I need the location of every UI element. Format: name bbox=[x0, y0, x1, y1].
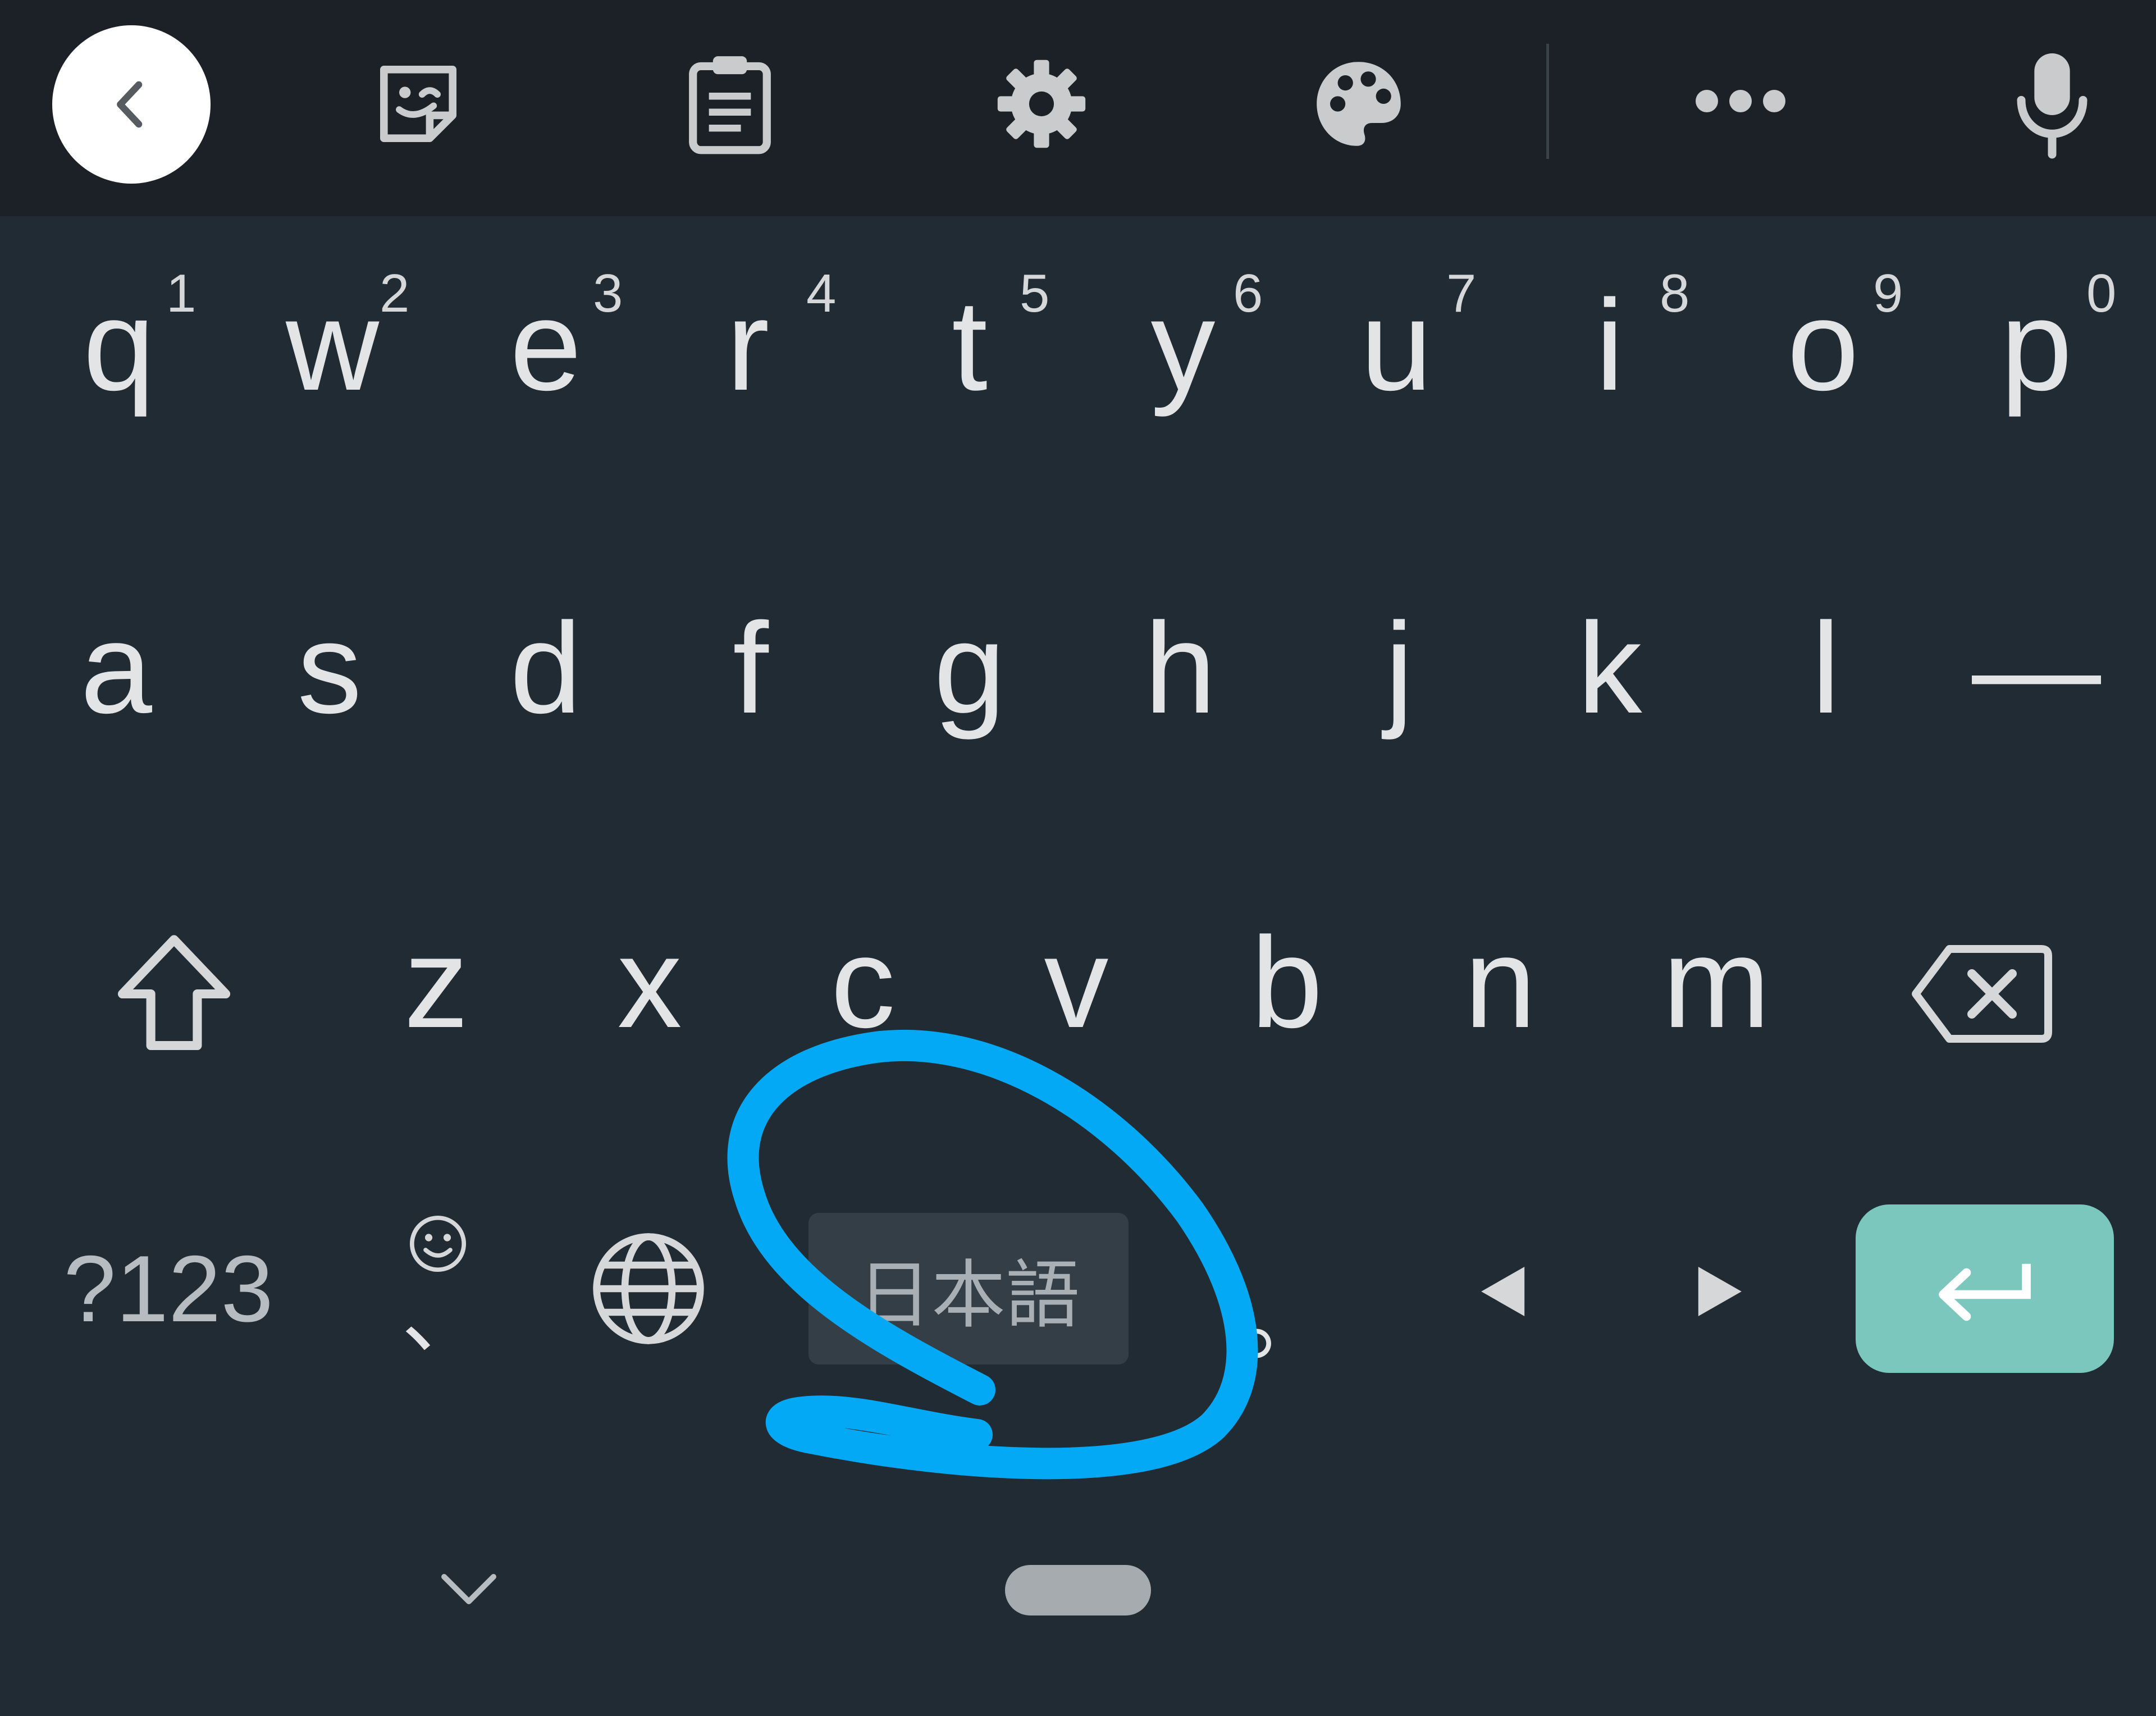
key-q-hint: 1 bbox=[166, 263, 197, 323]
key-v-label: v bbox=[1044, 910, 1109, 1055]
key-b-label: b bbox=[1251, 910, 1323, 1055]
key-m[interactable]: m bbox=[1610, 876, 1823, 1089]
key-c-label: c bbox=[830, 910, 896, 1055]
key-u-label: u bbox=[1360, 273, 1432, 417]
key-a[interactable]: a bbox=[10, 562, 223, 775]
key-n[interactable]: n bbox=[1394, 876, 1607, 1089]
key-o-hint: 9 bbox=[1873, 263, 1903, 323]
key-d[interactable]: d bbox=[439, 562, 652, 775]
key-n-label: n bbox=[1464, 910, 1536, 1055]
key-t-hint: 5 bbox=[1020, 263, 1050, 323]
key-w-label: w bbox=[285, 273, 380, 417]
key-i-label: i bbox=[1595, 273, 1624, 417]
key-e-label: e bbox=[510, 273, 582, 417]
key-r-hint: 4 bbox=[806, 263, 837, 323]
more-button[interactable] bbox=[1684, 67, 1797, 135]
shift-icon bbox=[117, 935, 231, 1051]
key-l[interactable]: l bbox=[1719, 562, 1933, 775]
hide-keyboard-button[interactable] bbox=[430, 1555, 508, 1623]
key-s[interactable]: s bbox=[223, 562, 436, 775]
key-s-label: s bbox=[297, 596, 362, 740]
spacebar-language-label: 日本語 bbox=[857, 1252, 1080, 1339]
key-f-label: f bbox=[733, 596, 769, 740]
key-a-label: a bbox=[80, 596, 152, 740]
key-t-label: t bbox=[952, 273, 988, 417]
key-dash-label: — bbox=[1972, 596, 2101, 740]
symbols-key-label: ?123 bbox=[63, 1235, 273, 1341]
key-q-label: q bbox=[83, 273, 155, 417]
key-h-label: h bbox=[1144, 596, 1216, 740]
more-icon bbox=[1696, 90, 1785, 112]
home-handle[interactable] bbox=[1005, 1565, 1151, 1615]
settings-button[interactable] bbox=[988, 51, 1095, 157]
chevron-down-icon bbox=[441, 1574, 496, 1604]
key-b[interactable]: b bbox=[1180, 876, 1394, 1089]
backspace-icon bbox=[1912, 945, 2052, 1043]
key-e-hint: 3 bbox=[593, 263, 623, 323]
globe-icon bbox=[593, 1233, 704, 1344]
key-v[interactable]: v bbox=[970, 876, 1183, 1089]
key-j-label: j bbox=[1385, 596, 1414, 740]
back-button[interactable] bbox=[52, 25, 211, 184]
enter-key[interactable] bbox=[1856, 1204, 2114, 1373]
key-dash[interactable]: — bbox=[1930, 562, 2143, 775]
key-x-label: x bbox=[617, 910, 682, 1055]
spacebar-language-key[interactable]: 日本語 bbox=[808, 1213, 1129, 1364]
sticker-icon bbox=[380, 66, 456, 142]
key-k[interactable]: k bbox=[1503, 562, 1716, 775]
key-w-hint: 2 bbox=[380, 263, 410, 323]
sticker-button[interactable] bbox=[365, 51, 472, 157]
theme-button[interactable] bbox=[1305, 51, 1412, 157]
clipboard-button[interactable] bbox=[677, 49, 783, 159]
voice-input-button[interactable] bbox=[2004, 45, 2100, 163]
key-o-label: o bbox=[1787, 273, 1859, 417]
key-r-label: r bbox=[726, 273, 770, 417]
microphone-icon bbox=[2017, 53, 2088, 159]
key-l-label: l bbox=[1811, 596, 1840, 740]
keyboard-toolbar bbox=[0, 0, 2156, 216]
toolbar-divider bbox=[1546, 44, 1549, 159]
comma-label: 、 bbox=[401, 1268, 486, 1366]
key-p-hint: 0 bbox=[2086, 263, 2117, 323]
key-k-label: k bbox=[1577, 596, 1642, 740]
comma-emoji-key[interactable]: 、 bbox=[382, 1202, 494, 1370]
shift-key[interactable] bbox=[90, 910, 258, 1078]
key-d-label: d bbox=[510, 596, 582, 740]
key-y-label: y bbox=[1150, 273, 1216, 417]
key-j[interactable]: j bbox=[1292, 562, 1506, 775]
key-z[interactable]: z bbox=[330, 876, 543, 1089]
period-key[interactable]: 。 bbox=[1224, 1258, 1347, 1381]
caret-right-icon bbox=[1698, 1267, 1742, 1316]
key-i-hint: 8 bbox=[1660, 263, 1690, 323]
backspace-key[interactable] bbox=[1898, 921, 2066, 1067]
key-c[interactable]: c bbox=[756, 876, 970, 1089]
back-icon bbox=[117, 81, 143, 128]
language-switch-key[interactable] bbox=[584, 1224, 713, 1353]
cursor-right-key[interactable] bbox=[1668, 1235, 1769, 1348]
key-m-label: m bbox=[1662, 910, 1770, 1055]
key-g-label: g bbox=[934, 596, 1006, 740]
symbols-key[interactable]: ?123 bbox=[56, 1196, 281, 1381]
palette-icon bbox=[1317, 62, 1401, 146]
gear-icon bbox=[997, 60, 1086, 148]
enter-icon bbox=[1939, 1263, 2031, 1321]
caret-left-icon bbox=[1481, 1267, 1525, 1316]
key-z-label: z bbox=[404, 910, 469, 1055]
key-y-hint: 6 bbox=[1233, 263, 1263, 323]
key-f[interactable]: f bbox=[644, 562, 857, 775]
key-g[interactable]: g bbox=[863, 562, 1076, 775]
key-x[interactable]: x bbox=[543, 876, 756, 1089]
smiley-icon bbox=[409, 1215, 467, 1272]
cursor-left-key[interactable] bbox=[1454, 1235, 1555, 1348]
key-h[interactable]: h bbox=[1074, 562, 1287, 775]
key-p-label: p bbox=[2000, 273, 2072, 417]
key-u-hint: 7 bbox=[1446, 263, 1477, 323]
period-label: 。 bbox=[1237, 1264, 1333, 1375]
clipboard-icon bbox=[689, 56, 771, 154]
